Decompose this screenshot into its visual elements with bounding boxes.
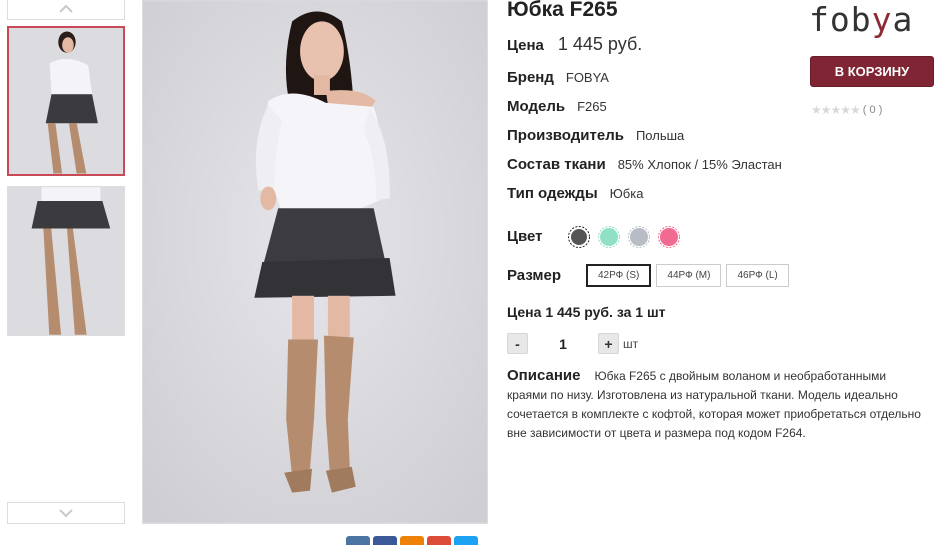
quantity-stepper: - 1 + шт — [507, 333, 638, 354]
thumbnail-front[interactable] — [7, 26, 125, 176]
logo-part: a — [892, 0, 914, 39]
color-row: Цвет — [507, 228, 542, 245]
size-row: Размер — [507, 267, 561, 284]
quantity-unit: шт — [623, 336, 639, 351]
price-label: Цена — [507, 37, 544, 54]
attribute-label: Модель — [507, 98, 566, 115]
thumb-scroll-up-button[interactable] — [7, 0, 125, 20]
description-label: Описание — [507, 367, 581, 384]
thumbnail-detail[interactable] — [7, 186, 125, 336]
product-description: Описание Юбка F265 с двойным воланом и не… — [507, 366, 925, 443]
attribute-row-brand: Бренд FOBYA — [507, 69, 609, 86]
size-option-l[interactable]: 46РФ (L) — [726, 264, 789, 287]
selected-color-icon — [568, 226, 590, 248]
attribute-value: Юбка — [609, 186, 644, 201]
model-detail-thumbnail-image — [8, 187, 124, 335]
attribute-value: FOBYA — [565, 70, 609, 85]
attribute-row-clothing-type: Тип одежды Юбка — [507, 185, 643, 202]
attribute-label: Состав ткани — [507, 156, 606, 173]
google-plus-icon[interactable] — [427, 536, 451, 545]
rating-count: ( 0 ) — [862, 104, 883, 116]
rating-stars-icon[interactable]: ★★★★★ — [811, 103, 861, 117]
size-option-s[interactable]: 42РФ (S) — [586, 264, 652, 287]
logo-part-accent: y — [871, 0, 893, 39]
brand-logo[interactable]: fobya — [809, 0, 913, 39]
twitter-icon[interactable] — [454, 536, 478, 545]
quantity-decrease-button[interactable]: - — [507, 333, 528, 354]
main-product-image[interactable] — [142, 0, 488, 524]
color-circle-icon — [628, 226, 650, 248]
price-value: 1 445 руб. — [557, 34, 643, 54]
vk-icon[interactable] — [346, 536, 370, 545]
model-photo — [143, 1, 487, 523]
product-title: Юбка F265 — [507, 0, 618, 21]
thumb-scroll-down-button[interactable] — [7, 502, 125, 524]
thumbnail-gallery — [6, 0, 126, 545]
attribute-row-manufacturer: Производитель Польша — [507, 127, 684, 144]
color-swatch-dark-gray[interactable] — [568, 226, 590, 248]
logo-part: fob — [809, 0, 872, 39]
attribute-value: Польша — [635, 128, 685, 143]
color-swatch-light-gray[interactable] — [628, 226, 650, 248]
color-circle-icon — [658, 226, 680, 248]
product-rating[interactable]: ★★★★★ ( 0 ) — [811, 103, 882, 117]
odnoklassniki-icon[interactable] — [400, 536, 424, 545]
color-swatches — [568, 226, 680, 248]
model-front-thumbnail-image — [9, 28, 123, 174]
color-circle-icon — [598, 226, 620, 248]
price-row: Цена 1 445 руб. — [507, 34, 642, 55]
color-swatch-pink[interactable] — [658, 226, 680, 248]
attribute-label: Бренд — [507, 69, 554, 86]
size-label: Размер — [507, 267, 562, 284]
chevron-up-icon — [59, 4, 73, 13]
total-price: Цена 1 445 руб. за 1 шт — [507, 304, 666, 320]
facebook-icon[interactable] — [373, 536, 397, 545]
attribute-value: F265 — [577, 99, 607, 114]
quantity-increase-button[interactable]: + — [598, 333, 619, 354]
color-swatch-mint[interactable] — [598, 226, 620, 248]
attribute-row-composition: Состав ткани 85% Хлопок / 15% Эластан — [507, 156, 782, 173]
attribute-row-model: Модель F265 — [507, 98, 607, 115]
size-option-m[interactable]: 44РФ (M) — [656, 264, 722, 287]
social-share-bar — [346, 536, 478, 545]
quantity-value[interactable]: 1 — [528, 336, 598, 352]
size-options: 42РФ (S) 44РФ (M) 46РФ (L) — [586, 264, 789, 287]
add-to-cart-button[interactable]: В КОРЗИНУ — [810, 56, 934, 87]
attribute-label: Тип одежды — [507, 185, 598, 202]
chevron-down-icon — [59, 509, 73, 518]
attribute-label: Производитель — [507, 127, 624, 144]
color-label: Цвет — [507, 228, 543, 245]
attribute-value: 85% Хлопок / 15% Эластан — [617, 157, 782, 172]
